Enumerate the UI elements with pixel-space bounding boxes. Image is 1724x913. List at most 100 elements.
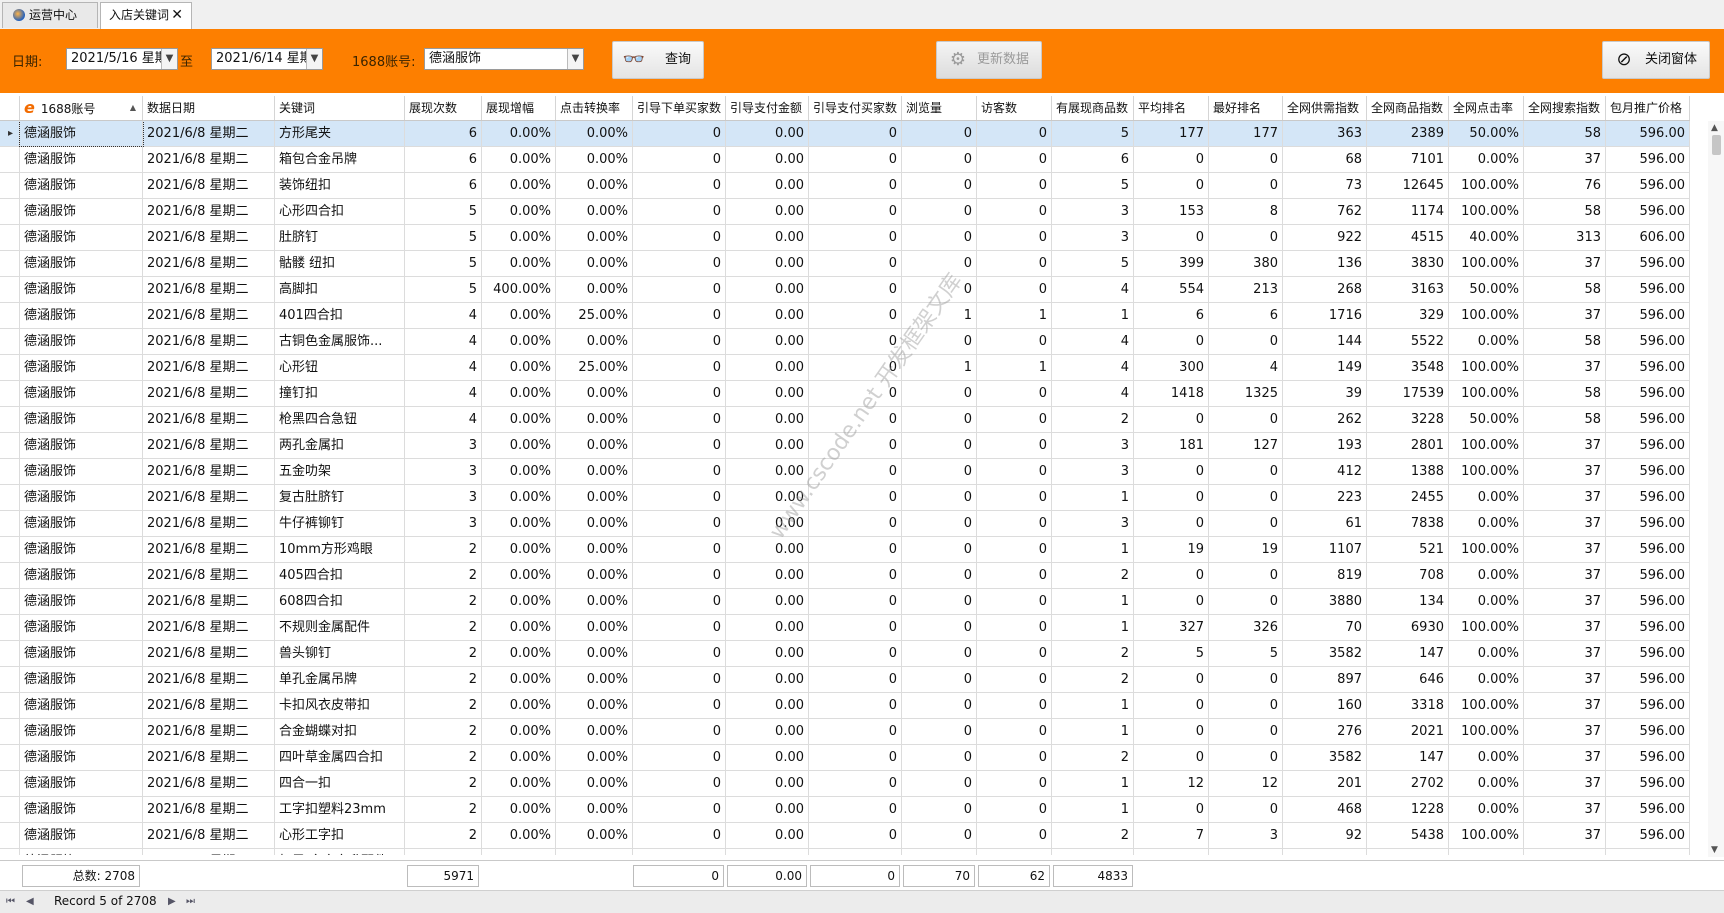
table-row[interactable]: 德涵服饰 2021/6/8 星期二 撞钉扣 4 0.00% 0.00% 0 0.00 0 0 0 4 1… — [0, 381, 1690, 407]
table-cell[interactable]: 3 — [405, 433, 482, 458]
table-cell[interactable]: 596.00 — [1606, 693, 1690, 718]
table-cell[interactable]: 0 — [1209, 745, 1283, 770]
table-cell[interactable]: 0 — [902, 849, 977, 855]
column-header[interactable]: 访客数 — [977, 96, 1052, 120]
table-cell[interactable]: 5 — [1052, 121, 1134, 146]
table-cell[interactable]: 37 — [1524, 589, 1606, 614]
table-cell[interactable]: 0.00% — [482, 641, 556, 666]
table-cell[interactable]: 100.00% — [1449, 459, 1524, 484]
table-cell[interactable]: 德涵服饰 — [20, 485, 143, 510]
table-cell[interactable]: 心形四合扣 — [275, 199, 405, 224]
table-cell[interactable]: 0.00 — [726, 303, 809, 328]
table-cell[interactable]: 0 — [809, 225, 902, 250]
table-cell[interactable]: 73 — [1283, 173, 1367, 198]
table-cell[interactable]: 1 — [1052, 537, 1134, 562]
table-cell[interactable]: 0.00% — [1449, 641, 1524, 666]
table-cell[interactable]: 0 — [633, 277, 726, 302]
table-cell[interactable]: 6 — [1209, 303, 1283, 328]
table-cell[interactable]: 76 — [1524, 173, 1606, 198]
table-cell[interactable]: 300 — [1134, 355, 1209, 380]
table-cell[interactable]: 德涵服饰 — [20, 277, 143, 302]
table-cell[interactable]: 箱包合金吊牌 — [275, 147, 405, 172]
table-cell[interactable]: 0.00% — [482, 459, 556, 484]
table-cell[interactable]: 3 — [1052, 433, 1134, 458]
table-cell[interactable]: 0.00 — [726, 537, 809, 562]
table-cell[interactable]: 牛仔裤铆钉 — [275, 511, 405, 536]
table-cell[interactable]: 0.00 — [726, 849, 809, 855]
row-indicator[interactable] — [0, 433, 20, 458]
table-cell[interactable]: 0 — [977, 849, 1052, 855]
table-cell[interactable]: 762 — [1283, 199, 1367, 224]
table-cell[interactable]: 0.00% — [556, 589, 633, 614]
table-cell[interactable]: 37 — [1524, 745, 1606, 770]
table-cell[interactable]: 0.00% — [556, 121, 633, 146]
table-cell[interactable]: 德涵服饰 — [20, 563, 143, 588]
row-indicator[interactable] — [0, 277, 20, 302]
row-indicator[interactable] — [0, 381, 20, 406]
table-cell[interactable]: 2021/6/8 星期二 — [143, 459, 275, 484]
table-cell[interactable]: 1 — [902, 355, 977, 380]
table-cell[interactable]: 100.00% — [1449, 381, 1524, 406]
table-cell[interactable]: 0 — [633, 849, 726, 855]
table-cell[interactable]: 37 — [1524, 667, 1606, 692]
table-cell[interactable]: 0.00% — [482, 511, 556, 536]
table-cell[interactable]: 3 — [405, 459, 482, 484]
table-cell[interactable]: 2021/6/8 星期二 — [143, 277, 275, 302]
table-cell[interactable]: 1174 — [1367, 199, 1449, 224]
table-cell[interactable]: 撞钉扣 — [275, 381, 405, 406]
table-cell[interactable]: 10mm方形鸡眼 — [275, 537, 405, 562]
table-cell[interactable]: 0 — [977, 719, 1052, 744]
chevron-down-icon[interactable]: ▼ — [567, 49, 583, 69]
column-header[interactable]: 关键词 — [275, 96, 405, 120]
table-cell[interactable]: 313 — [1524, 225, 1606, 250]
table-row[interactable]: 德涵服饰 2021/6/8 星期二 牛仔裤铆钉 3 0.00% 0.00% 0 0.00 0 0 0… — [0, 511, 1690, 537]
table-cell[interactable]: 2 — [405, 797, 482, 822]
table-cell[interactable]: 0 — [633, 329, 726, 354]
column-header[interactable]: 展现次数 — [405, 96, 482, 120]
table-cell[interactable]: 0.00% — [482, 329, 556, 354]
table-cell[interactable]: 37 — [1524, 459, 1606, 484]
table-cell[interactable]: 0.00% — [482, 745, 556, 770]
table-cell[interactable]: 0 — [902, 199, 977, 224]
table-cell[interactable]: 0.00 — [726, 823, 809, 848]
table-cell[interactable]: 合金蝴蝶对扣 — [275, 719, 405, 744]
table-cell[interactable]: 0 — [1209, 459, 1283, 484]
table-cell[interactable]: 0 — [902, 433, 977, 458]
table-cell[interactable]: 2021/6/8 星期二 — [143, 225, 275, 250]
table-cell[interactable]: 0 — [809, 719, 902, 744]
table-cell[interactable]: 0 — [809, 797, 902, 822]
table-cell[interactable]: 2 — [1052, 563, 1134, 588]
table-cell[interactable]: 37 — [1524, 641, 1606, 666]
table-cell[interactable]: 德涵服饰 — [20, 615, 143, 640]
close-window-button[interactable]: ⊘ 关闭窗体 — [1602, 41, 1710, 79]
table-cell[interactable]: 0 — [1209, 797, 1283, 822]
table-cell[interactable]: 2801 — [1367, 433, 1449, 458]
table-cell[interactable]: 25.00% — [556, 355, 633, 380]
table-row[interactable]: 德涵服饰2021/6/8 星期二扣子 金合充升配件20.00%0.00%00.0… — [0, 849, 1690, 855]
table-cell[interactable]: 2021/6/8 星期二 — [143, 485, 275, 510]
table-cell[interactable]: 596.00 — [1606, 199, 1690, 224]
table-cell[interactable]: 0 — [977, 563, 1052, 588]
table-cell[interactable]: 160 — [1283, 693, 1367, 718]
table-cell[interactable]: 2021/6/8 星期二 — [143, 329, 275, 354]
table-cell[interactable]: 1 — [902, 303, 977, 328]
row-indicator[interactable] — [0, 719, 20, 744]
table-cell[interactable]: 德涵服饰 — [19, 121, 144, 147]
table-cell[interactable]: 399 — [1134, 251, 1209, 276]
table-cell[interactable]: 0.00 — [726, 667, 809, 692]
column-header[interactable]: e 1688账号 ▲ — [20, 96, 143, 120]
table-cell[interactable]: 0.00 — [726, 147, 809, 172]
table-cell[interactable]: 262 — [1283, 407, 1367, 432]
table-cell[interactable]: 0 — [809, 251, 902, 276]
table-cell[interactable]: 0 — [1134, 511, 1209, 536]
table-cell[interactable]: 596.00 — [1606, 771, 1690, 796]
table-cell[interactable]: 2021/6/8 星期二 — [143, 771, 275, 796]
table-cell[interactable]: 2021/6/8 星期二 — [143, 667, 275, 692]
table-cell[interactable]: 380 — [1209, 251, 1283, 276]
table-cell[interactable]: 0.00% — [556, 771, 633, 796]
table-cell[interactable]: 0.00% — [1449, 511, 1524, 536]
table-cell[interactable]: 40.00% — [1449, 225, 1524, 250]
table-cell[interactable]: 枪黑四合急钮 — [275, 407, 405, 432]
table-cell[interactable]: 37 — [1524, 823, 1606, 848]
table-cell[interactable]: 0.00% — [556, 173, 633, 198]
